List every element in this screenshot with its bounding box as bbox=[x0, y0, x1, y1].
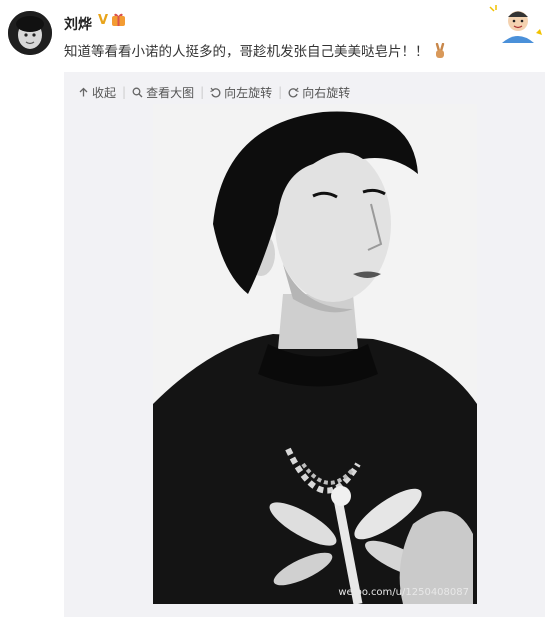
view-large-label: 查看大图 bbox=[146, 85, 195, 100]
collapse-up-icon bbox=[79, 87, 88, 96]
search-icon bbox=[132, 87, 143, 97]
rotate-right-label: 向右旋转 bbox=[302, 85, 351, 100]
username-link[interactable]: 刘烨 bbox=[64, 14, 92, 34]
toolbar-divider: | bbox=[122, 85, 127, 99]
rotate-left-button[interactable]: 向左旋转 bbox=[210, 84, 272, 101]
toolbar-divider: | bbox=[200, 85, 205, 99]
portrait-image bbox=[153, 104, 477, 604]
post-text: 知道等看看小诺的人挺多的，哥趁机发张自己美美哒皂片！！ bbox=[64, 40, 447, 60]
post-photo[interactable]: weibo.com/u/1250408087 bbox=[153, 104, 477, 604]
toolbar-divider: | bbox=[278, 85, 283, 99]
post-body: 知道等看看小诺的人挺多的，哥趁机发张自己美美哒皂片！！ bbox=[64, 44, 429, 60]
rotate-left-label: 向左旋转 bbox=[224, 85, 273, 100]
corner-avatar-icon bbox=[488, 3, 546, 43]
view-large-button[interactable]: 查看大图 bbox=[132, 84, 194, 101]
rotate-left-icon bbox=[210, 87, 221, 97]
image-toolbar: 收起 | 查看大图 | 向左旋转 | 向右旋转 bbox=[78, 82, 350, 102]
avatar-photo bbox=[8, 11, 52, 55]
image-watermark: weibo.com/u/1250408087 bbox=[338, 587, 469, 598]
user-avatar[interactable] bbox=[8, 11, 52, 55]
collapse-label: 收起 bbox=[92, 85, 117, 100]
collapse-button[interactable]: 收起 bbox=[78, 84, 116, 101]
victory-hand-emoji-icon bbox=[435, 42, 444, 58]
rotate-right-button[interactable]: 向右旋转 bbox=[288, 84, 350, 101]
verified-badge-icon: V bbox=[98, 13, 109, 28]
rotate-right-icon bbox=[288, 87, 299, 97]
member-badge-icon bbox=[112, 13, 125, 26]
media-panel: 收起 | 查看大图 | 向左旋转 | 向右旋转 weibo.com/u/1250… bbox=[64, 72, 545, 617]
